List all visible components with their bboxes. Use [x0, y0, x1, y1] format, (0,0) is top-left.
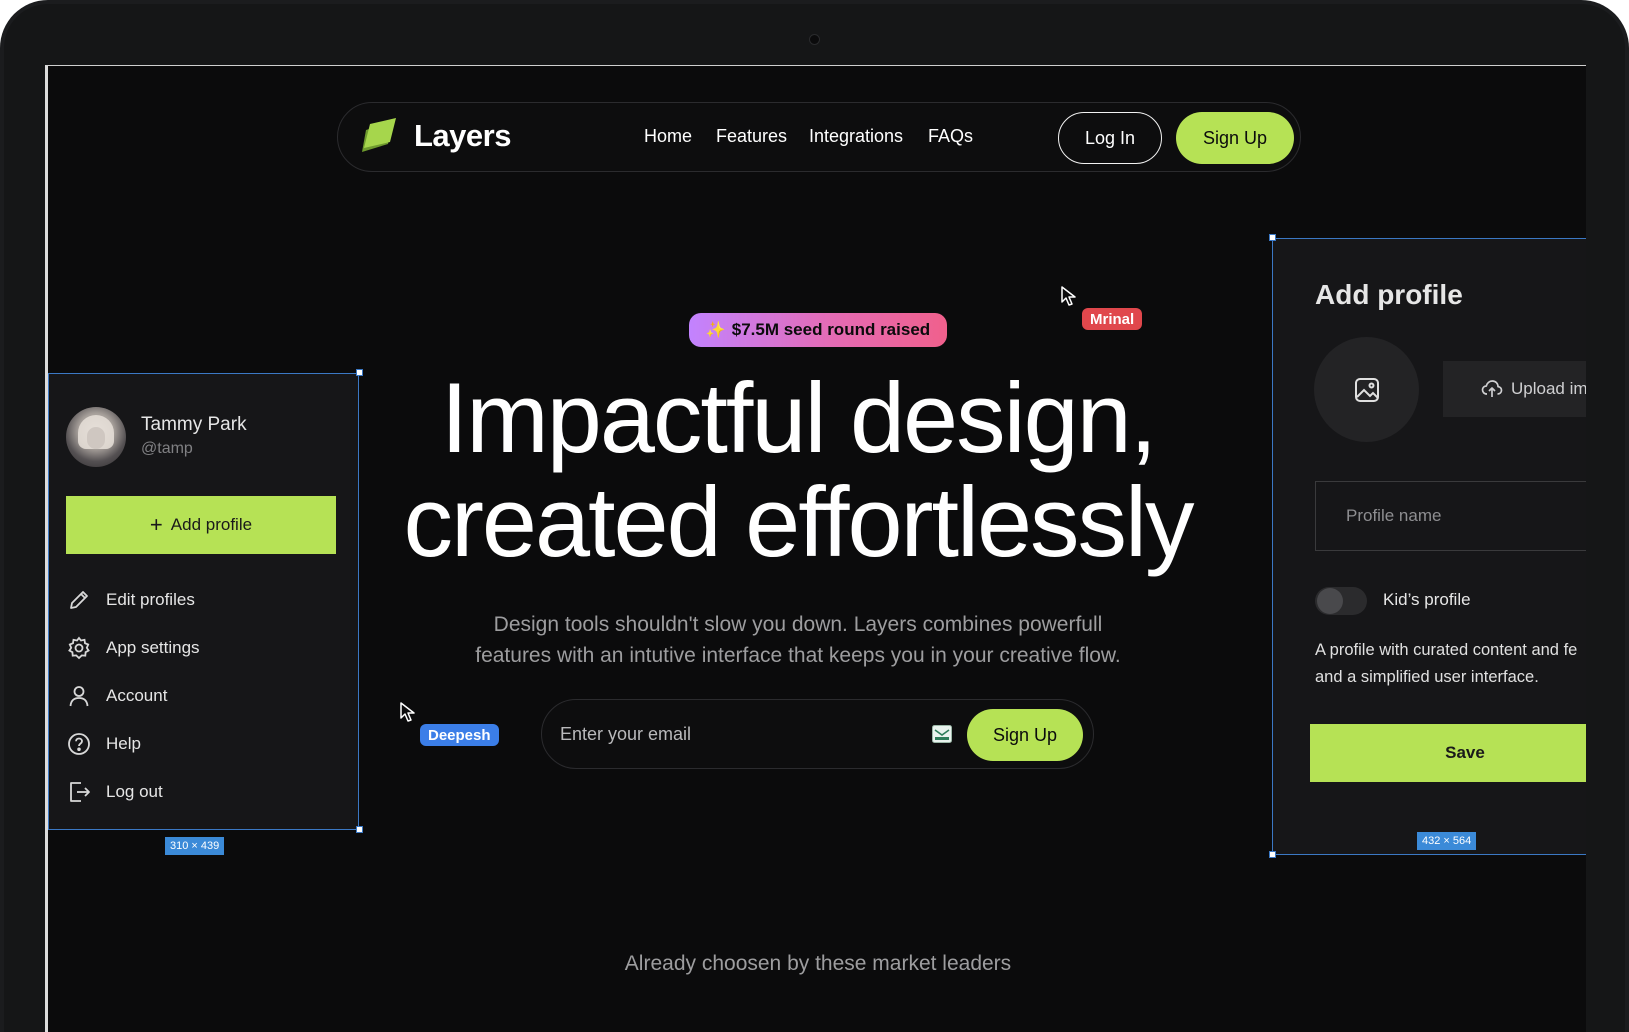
- nav-signup-button[interactable]: Sign Up: [1176, 112, 1294, 164]
- brand-name[interactable]: Layers: [414, 118, 511, 154]
- badge-text: $7.5M seed round raised: [731, 320, 931, 339]
- add-profile-label: Add profile: [170, 515, 253, 534]
- save-button[interactable]: Save: [1310, 724, 1586, 782]
- dimension-label: 310 × 439: [165, 837, 225, 855]
- cursor-arrow-icon: [1061, 286, 1076, 306]
- email-signup-form: Sign Up: [541, 699, 1094, 769]
- help-icon: [68, 733, 90, 755]
- upload-image-button[interactable]: Upload im: [1443, 361, 1586, 417]
- menu-item-label: Edit profiles: [106, 590, 195, 609]
- nav-link-home[interactable]: Home: [644, 126, 692, 147]
- menu-item-label: Help: [106, 734, 141, 753]
- description-line-2: and a simplified user interface.: [1315, 668, 1539, 686]
- profile-menu-panel: Tammy Park @tamp + Add profile Edit prof…: [48, 373, 359, 830]
- kids-profile-toggle[interactable]: [1315, 587, 1367, 615]
- login-button[interactable]: Log In: [1058, 112, 1162, 164]
- hero-subtitle-line-2: features with an intutive interface that…: [475, 644, 1121, 667]
- menu-item-account[interactable]: Account: [66, 678, 336, 714]
- cursor-label-mrinal: Mrinal: [1082, 308, 1143, 330]
- avatar[interactable]: [66, 407, 126, 467]
- selection-handle[interactable]: [356, 826, 363, 833]
- hero-subtitle-line-1: Design tools shouldn't slow you down. La…: [493, 613, 1103, 636]
- nav-link-features[interactable]: Features: [716, 126, 787, 147]
- gear-icon: [68, 636, 90, 660]
- nav-link-faqs[interactable]: FAQs: [928, 126, 973, 147]
- logout-icon: [70, 782, 90, 802]
- kids-profile-label: Kid’s profile: [1383, 590, 1471, 609]
- cursor-label-deepesh: Deepesh: [420, 724, 499, 746]
- menu-item-label: Log out: [106, 782, 163, 801]
- image-icon: [1354, 377, 1379, 402]
- screen: Layers Home Features Integrations FAQs L…: [45, 65, 1586, 1032]
- menu-item-label: App settings: [106, 638, 200, 657]
- menu-item-label: Account: [106, 686, 168, 705]
- market-leaders-caption: Already choosen by these market leaders: [624, 952, 1012, 975]
- pencil-icon: [70, 591, 88, 609]
- upload-label: Upload im: [1511, 379, 1586, 398]
- user-handle: @tamp: [141, 440, 193, 457]
- hero-signup-button[interactable]: Sign Up: [967, 709, 1083, 761]
- plus-icon: +: [149, 512, 163, 537]
- layers-logo-icon[interactable]: [354, 114, 402, 162]
- camera-icon: [809, 34, 820, 45]
- top-navbar: Layers Home Features Integrations FAQs L…: [337, 102, 1301, 172]
- email-input[interactable]: [560, 714, 900, 754]
- description-line-1: A profile with curated content and fe: [1315, 641, 1578, 659]
- kids-profile-description: A profile with curated content and fe an…: [1315, 637, 1586, 691]
- selection-handle[interactable]: [1269, 234, 1276, 241]
- user-icon: [69, 686, 89, 707]
- seed-round-badge: ✨ $7.5M seed round raised: [689, 313, 947, 347]
- mail-icon: [932, 725, 952, 743]
- add-profile-panel: Add profile Upload im Kid’s profile A pr…: [1272, 238, 1586, 855]
- panel-title: Add profile: [1315, 279, 1463, 310]
- add-profile-button[interactable]: + Add profile: [66, 496, 336, 554]
- nav-link-integrations[interactable]: Integrations: [809, 126, 903, 147]
- menu-item-edit-profiles[interactable]: Edit profiles: [66, 582, 336, 618]
- cloud-upload-icon: [1481, 380, 1503, 397]
- hero-subtitle: Design tools shouldn't slow you down. La…: [448, 609, 1148, 671]
- hero-title-line-1: Impactful design,: [440, 362, 1157, 473]
- selection-handle[interactable]: [1269, 851, 1276, 858]
- menu-item-log-out[interactable]: Log out: [66, 774, 336, 810]
- sparkle-icon: ✨: [705, 322, 726, 339]
- cursor-arrow-icon: [400, 702, 415, 722]
- profile-name-input[interactable]: [1315, 481, 1586, 551]
- selection-handle[interactable]: [356, 369, 363, 376]
- profile-image-placeholder[interactable]: [1314, 337, 1419, 442]
- toggle-knob: [1317, 588, 1343, 614]
- menu-item-app-settings[interactable]: App settings: [66, 630, 336, 666]
- hero-title: Impactful design, created effortlessly: [348, 366, 1248, 574]
- hero-title-line-2: created effortlessly: [403, 466, 1194, 577]
- user-name: Tammy Park: [141, 414, 247, 435]
- menu-item-help[interactable]: Help: [66, 726, 336, 762]
- dimension-label: 432 × 564: [1417, 832, 1477, 850]
